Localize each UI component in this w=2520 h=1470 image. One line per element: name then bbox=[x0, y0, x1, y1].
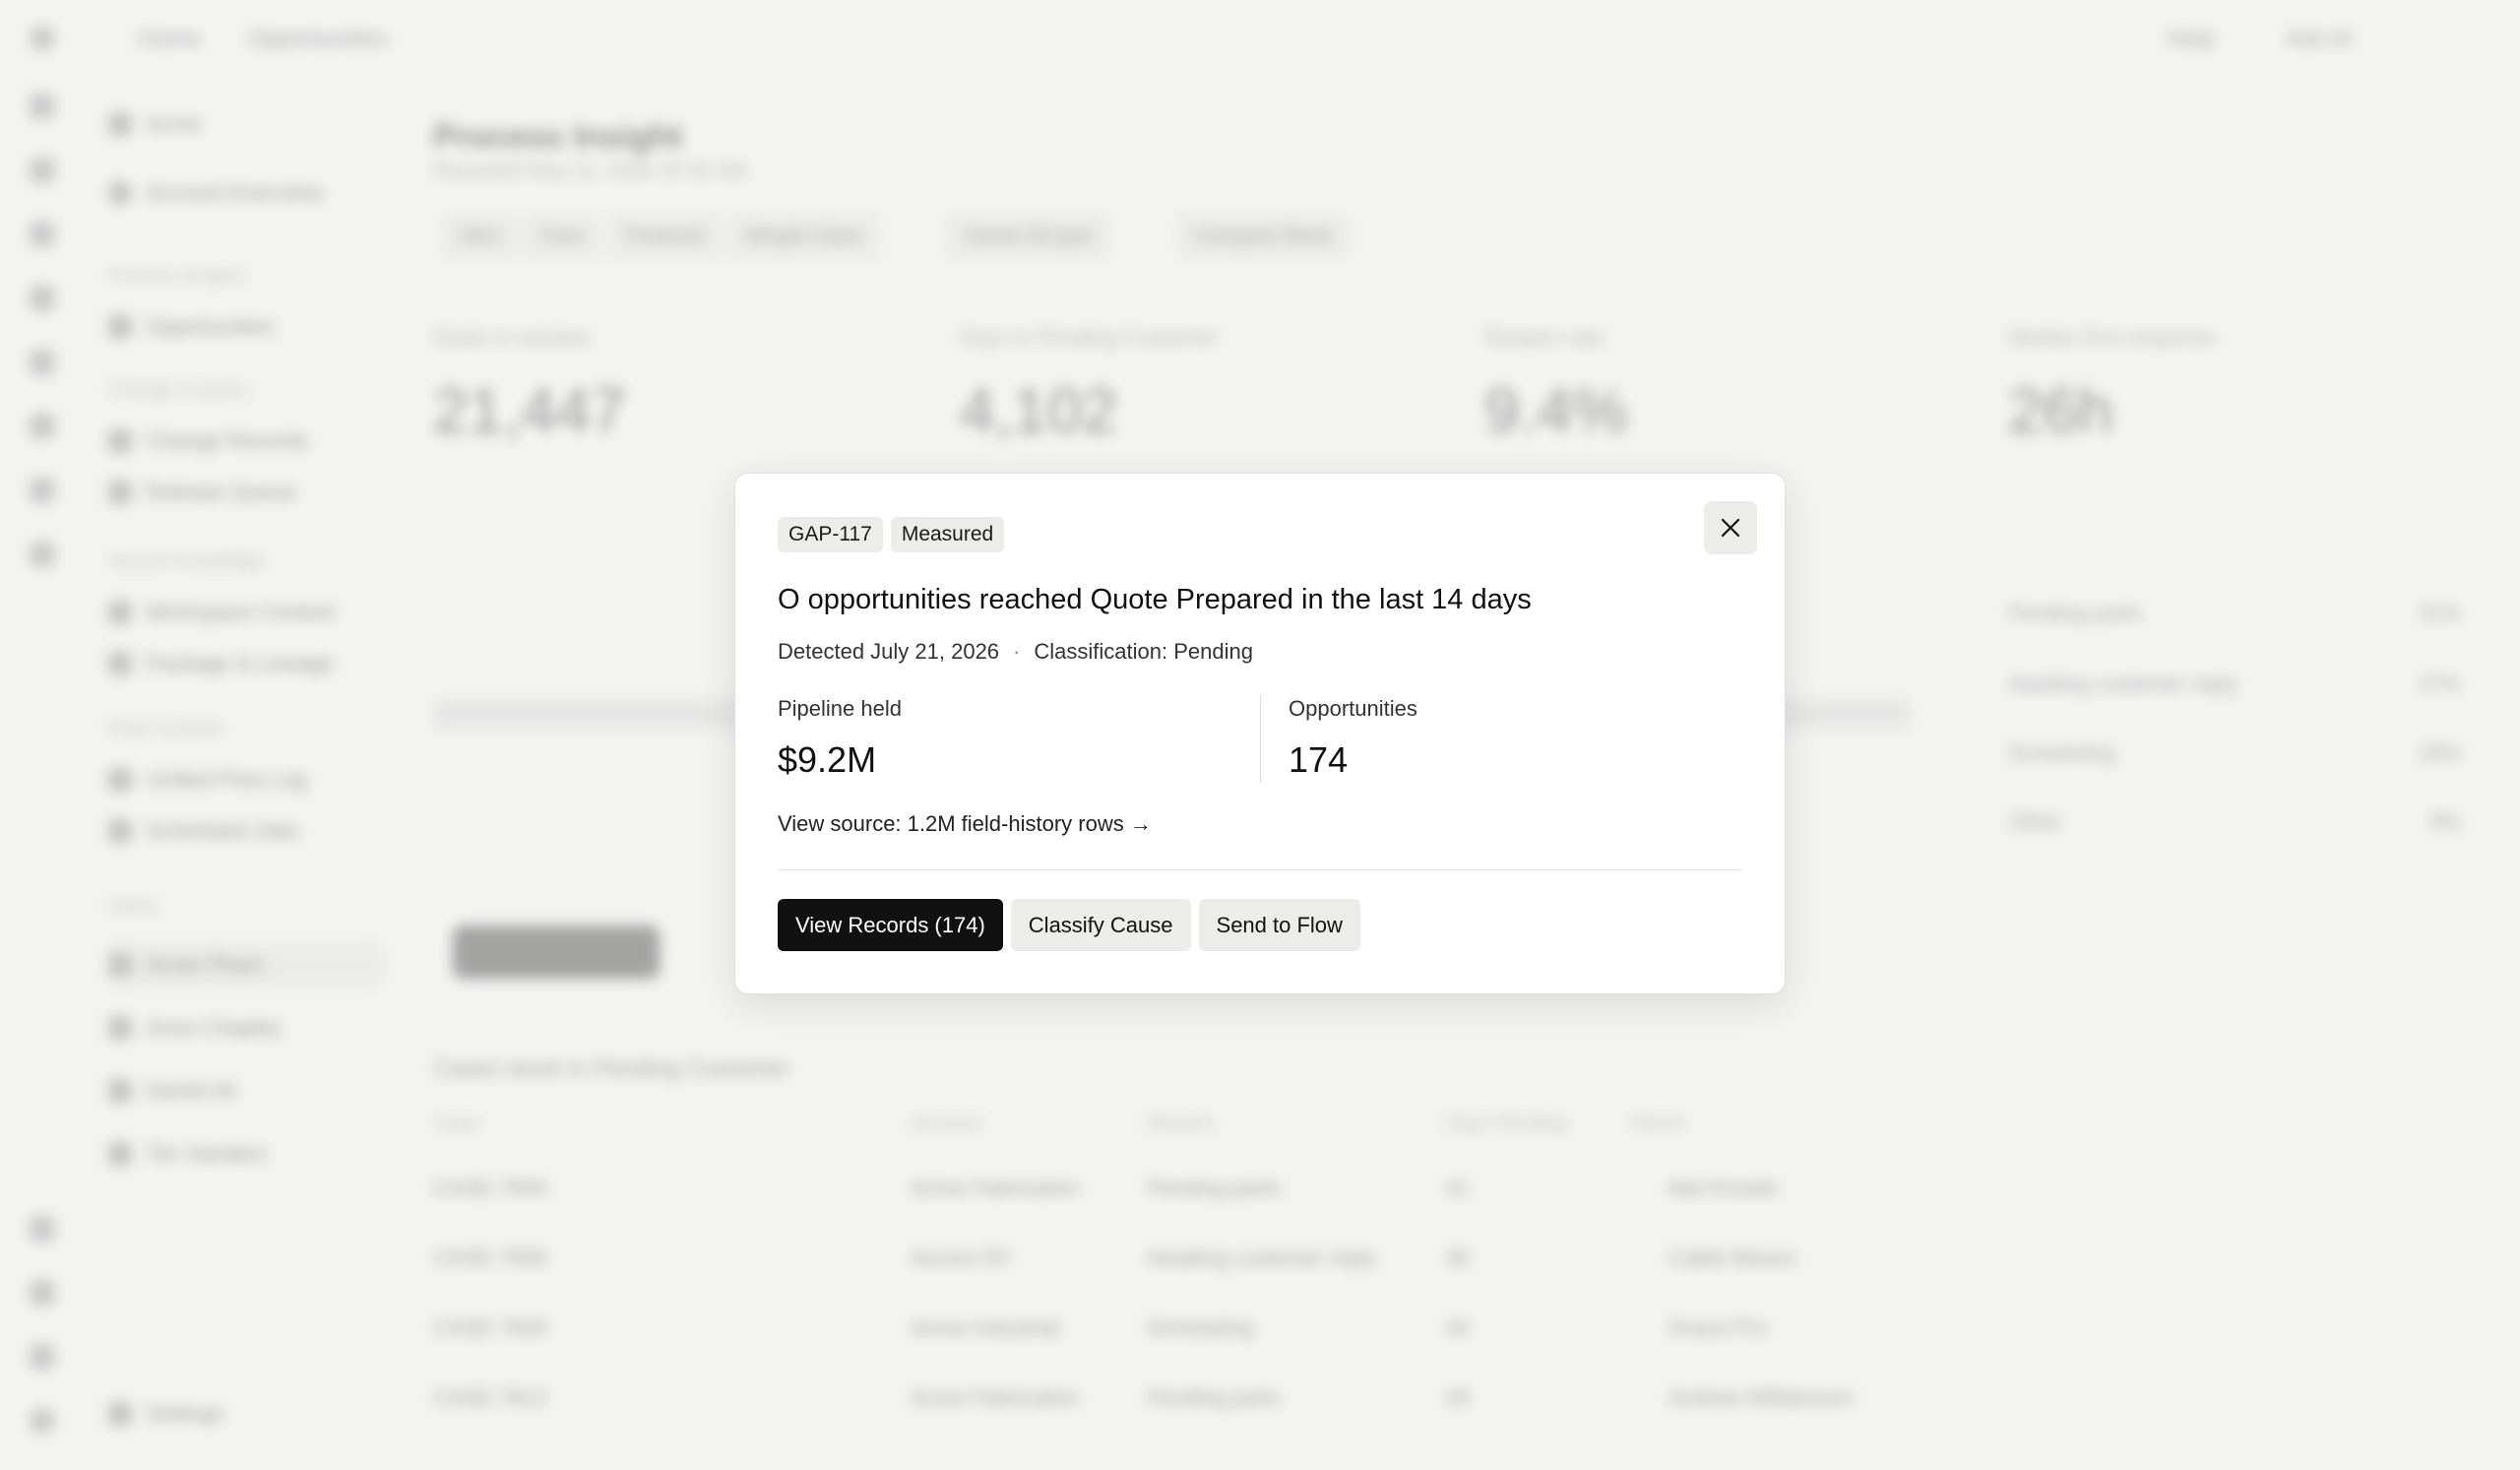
close-button[interactable] bbox=[1704, 501, 1757, 554]
modal-meta: Detected July 21, 2026 · Classification:… bbox=[778, 639, 1253, 665]
meta-separator: · bbox=[1013, 639, 1021, 664]
stat-label: Opportunities bbox=[1289, 696, 1418, 721]
stat-divider bbox=[1260, 694, 1261, 783]
modal-title: O opportunities reached Quote Prepared i… bbox=[778, 584, 1532, 615]
close-icon bbox=[1721, 518, 1740, 538]
view-records-button[interactable]: View Records (174) bbox=[778, 899, 1003, 951]
stat-value: 174 bbox=[1289, 739, 1349, 780]
tag-row: GAP-117 Measured bbox=[778, 517, 1005, 552]
opportunities-stat: Opportunities 174 bbox=[1289, 696, 1418, 781]
divider bbox=[778, 869, 1742, 870]
detected-date: Detected July 21, 2026 bbox=[778, 639, 1000, 664]
gap-detail-modal: GAP-117 Measured O opportunities reached… bbox=[734, 473, 1786, 994]
status-badge: Measured bbox=[890, 517, 1005, 552]
pipeline-held-stat: Pipeline held $9.2M bbox=[778, 696, 902, 781]
view-source-link[interactable]: View source: 1.2M field-history rows → bbox=[778, 811, 1152, 837]
send-to-flow-button[interactable]: Send to Flow bbox=[1198, 899, 1360, 951]
action-buttons: View Records (174) Classify Cause Send t… bbox=[778, 899, 1360, 951]
classify-cause-button[interactable]: Classify Cause bbox=[1010, 899, 1191, 951]
classification-status: Classification: Pending bbox=[1034, 639, 1253, 664]
stat-value: $9.2M bbox=[778, 739, 877, 780]
gap-id-badge: GAP-117 bbox=[778, 517, 883, 552]
stat-label: Pipeline held bbox=[778, 696, 902, 721]
